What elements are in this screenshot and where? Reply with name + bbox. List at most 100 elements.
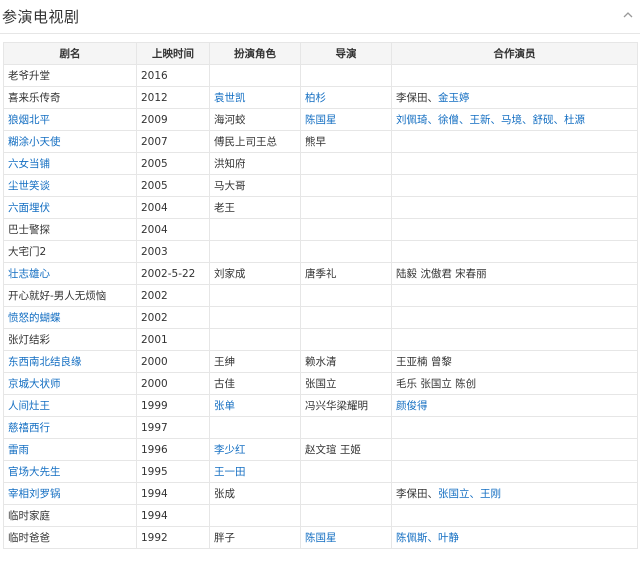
cell-title: 糊涂小天使 xyxy=(3,130,137,153)
role-text: 胖子 xyxy=(214,532,235,544)
role-link[interactable]: 李少红 xyxy=(214,444,246,456)
table-row: 六面埋伏 2004 老王 xyxy=(3,196,638,219)
cell-title: 巴士警探 xyxy=(3,218,137,241)
costars-link[interactable]: 张国立、王刚 xyxy=(438,488,501,500)
costars-link[interactable]: 金玉婷 xyxy=(438,92,470,104)
column-header-director: 导演 xyxy=(300,42,392,65)
table-row: 慈禧西行 1997 xyxy=(3,416,638,439)
role-link[interactable]: 王一田 xyxy=(214,466,246,478)
drama-title-link[interactable]: 官场大先生 xyxy=(8,466,61,478)
cell-director xyxy=(300,482,392,505)
role-link[interactable]: 张单 xyxy=(214,400,235,412)
cell-year: 2001 xyxy=(136,328,210,351)
table-row: 尘世笑谈 2005 马大哥 xyxy=(3,174,638,197)
cell-director xyxy=(300,240,392,263)
drama-title-link[interactable]: 壮志雄心 xyxy=(8,268,50,280)
drama-title-link[interactable]: 糊涂小天使 xyxy=(8,136,61,148)
cell-costars: 刘佩琦、徐僧、王新、马境、舒砚、杜源 xyxy=(391,108,638,131)
director-text: 冯兴华梁耀明 xyxy=(305,400,368,412)
cell-title: 京城大状师 xyxy=(3,372,137,395)
drama-title-text: 临时家庭 xyxy=(8,510,50,522)
cell-title: 雷雨 xyxy=(3,438,137,461)
cell-title: 六女当铺 xyxy=(3,152,137,175)
cell-year: 2004 xyxy=(136,196,210,219)
cell-year: 2002 xyxy=(136,284,210,307)
cell-title: 人间灶王 xyxy=(3,394,137,417)
role-text: 海河蛟 xyxy=(214,114,246,126)
cell-year: 2002-5-22 xyxy=(136,262,210,285)
cell-director xyxy=(300,306,392,329)
cell-director xyxy=(300,196,392,219)
drama-title-link[interactable]: 尘世笑谈 xyxy=(8,180,50,192)
cell-role xyxy=(209,64,301,87)
cell-year: 2005 xyxy=(136,152,210,175)
drama-title-link[interactable]: 愤怒的蝴蝶 xyxy=(8,312,61,324)
costars-text: 王亚楠 曾黎 xyxy=(396,356,452,368)
cell-costars: 李保田、金玉婷 xyxy=(391,86,638,109)
cell-role: 李少红 xyxy=(209,438,301,461)
drama-title-link[interactable]: 宰相刘罗锅 xyxy=(8,488,61,500)
costars-text: 陆毅 沈傲君 宋春丽 xyxy=(396,268,487,280)
costars-text: 李保田 xyxy=(396,488,428,500)
cell-title: 东西南北结良缘 xyxy=(3,350,137,373)
cell-director: 陈国星 xyxy=(300,526,392,549)
director-text: 唐季礼 xyxy=(305,268,337,280)
cell-year: 1994 xyxy=(136,482,210,505)
cell-role xyxy=(209,416,301,439)
cell-director xyxy=(300,504,392,527)
director-link[interactable]: 陈国星 xyxy=(305,532,337,544)
column-header-role: 扮演角色 xyxy=(209,42,301,65)
cell-costars: 李保田、张国立、王刚 xyxy=(391,482,638,505)
role-text: 洪知府 xyxy=(214,158,246,170)
costars-text: 、 xyxy=(427,92,439,104)
drama-title-link[interactable]: 人间灶王 xyxy=(8,400,50,412)
table-row: 壮志雄心 2002-5-22 刘家成 唐季礼 陆毅 沈傲君 宋春丽 xyxy=(3,262,638,285)
drama-title-text: 老爷升堂 xyxy=(8,70,50,82)
cell-role xyxy=(209,306,301,329)
chevron-up-icon[interactable] xyxy=(622,9,634,21)
cell-title: 尘世笑谈 xyxy=(3,174,137,197)
director-link[interactable]: 陈国星 xyxy=(305,114,337,126)
costars-link[interactable]: 刘佩琦、徐僧、王新、马境、舒砚、杜源 xyxy=(396,114,585,126)
column-header-year: 上映时间 xyxy=(136,42,210,65)
costars-link[interactable]: 陈佩斯、叶静 xyxy=(396,532,459,544)
drama-title-link[interactable]: 京城大状师 xyxy=(8,378,61,390)
cell-year: 2000 xyxy=(136,372,210,395)
cell-role: 袁世凯 xyxy=(209,86,301,109)
table-row: 临时家庭 1994 xyxy=(3,504,638,527)
cell-year: 2000 xyxy=(136,350,210,373)
table-row: 狼烟北平 2009 海河蛟 陈国星 刘佩琦、徐僧、王新、马境、舒砚、杜源 xyxy=(3,108,638,131)
drama-title-link[interactable]: 雷雨 xyxy=(8,444,29,456)
cell-title: 官场大先生 xyxy=(3,460,137,483)
cell-role xyxy=(209,328,301,351)
cell-role: 马大哥 xyxy=(209,174,301,197)
drama-title-link[interactable]: 东西南北结良缘 xyxy=(8,356,82,368)
drama-title-link[interactable]: 狼烟北平 xyxy=(8,114,50,126)
drama-title-text: 大宅门2 xyxy=(8,246,47,258)
cell-title: 临时爸爸 xyxy=(3,526,137,549)
cell-role: 刘家成 xyxy=(209,262,301,285)
role-link[interactable]: 袁世凯 xyxy=(214,92,246,104)
drama-title-link[interactable]: 慈禧西行 xyxy=(8,422,50,434)
cell-title: 狼烟北平 xyxy=(3,108,137,131)
costars-link[interactable]: 颜俊得 xyxy=(396,400,428,412)
cell-title: 大宅门2 xyxy=(3,240,137,263)
role-text: 马大哥 xyxy=(214,180,246,192)
cell-director: 陈国星 xyxy=(300,108,392,131)
drama-title-text: 临时爸爸 xyxy=(8,532,50,544)
cell-year: 1997 xyxy=(136,416,210,439)
table-row: 官场大先生 1995 王一田 xyxy=(3,460,638,483)
cell-title: 临时家庭 xyxy=(3,504,137,527)
cell-title: 愤怒的蝴蝶 xyxy=(3,306,137,329)
cell-costars xyxy=(391,64,638,87)
cell-year: 2012 xyxy=(136,86,210,109)
drama-title-link[interactable]: 六面埋伏 xyxy=(8,202,50,214)
cell-year: 2003 xyxy=(136,240,210,263)
cell-costars xyxy=(391,174,638,197)
table-row: 临时爸爸 1992 胖子 陈国星 陈佩斯、叶静 xyxy=(3,526,638,549)
drama-title-link[interactable]: 六女当铺 xyxy=(8,158,50,170)
cell-role xyxy=(209,284,301,307)
director-link[interactable]: 柏杉 xyxy=(305,92,326,104)
role-text: 张成 xyxy=(214,488,235,500)
cell-year: 2016 xyxy=(136,64,210,87)
